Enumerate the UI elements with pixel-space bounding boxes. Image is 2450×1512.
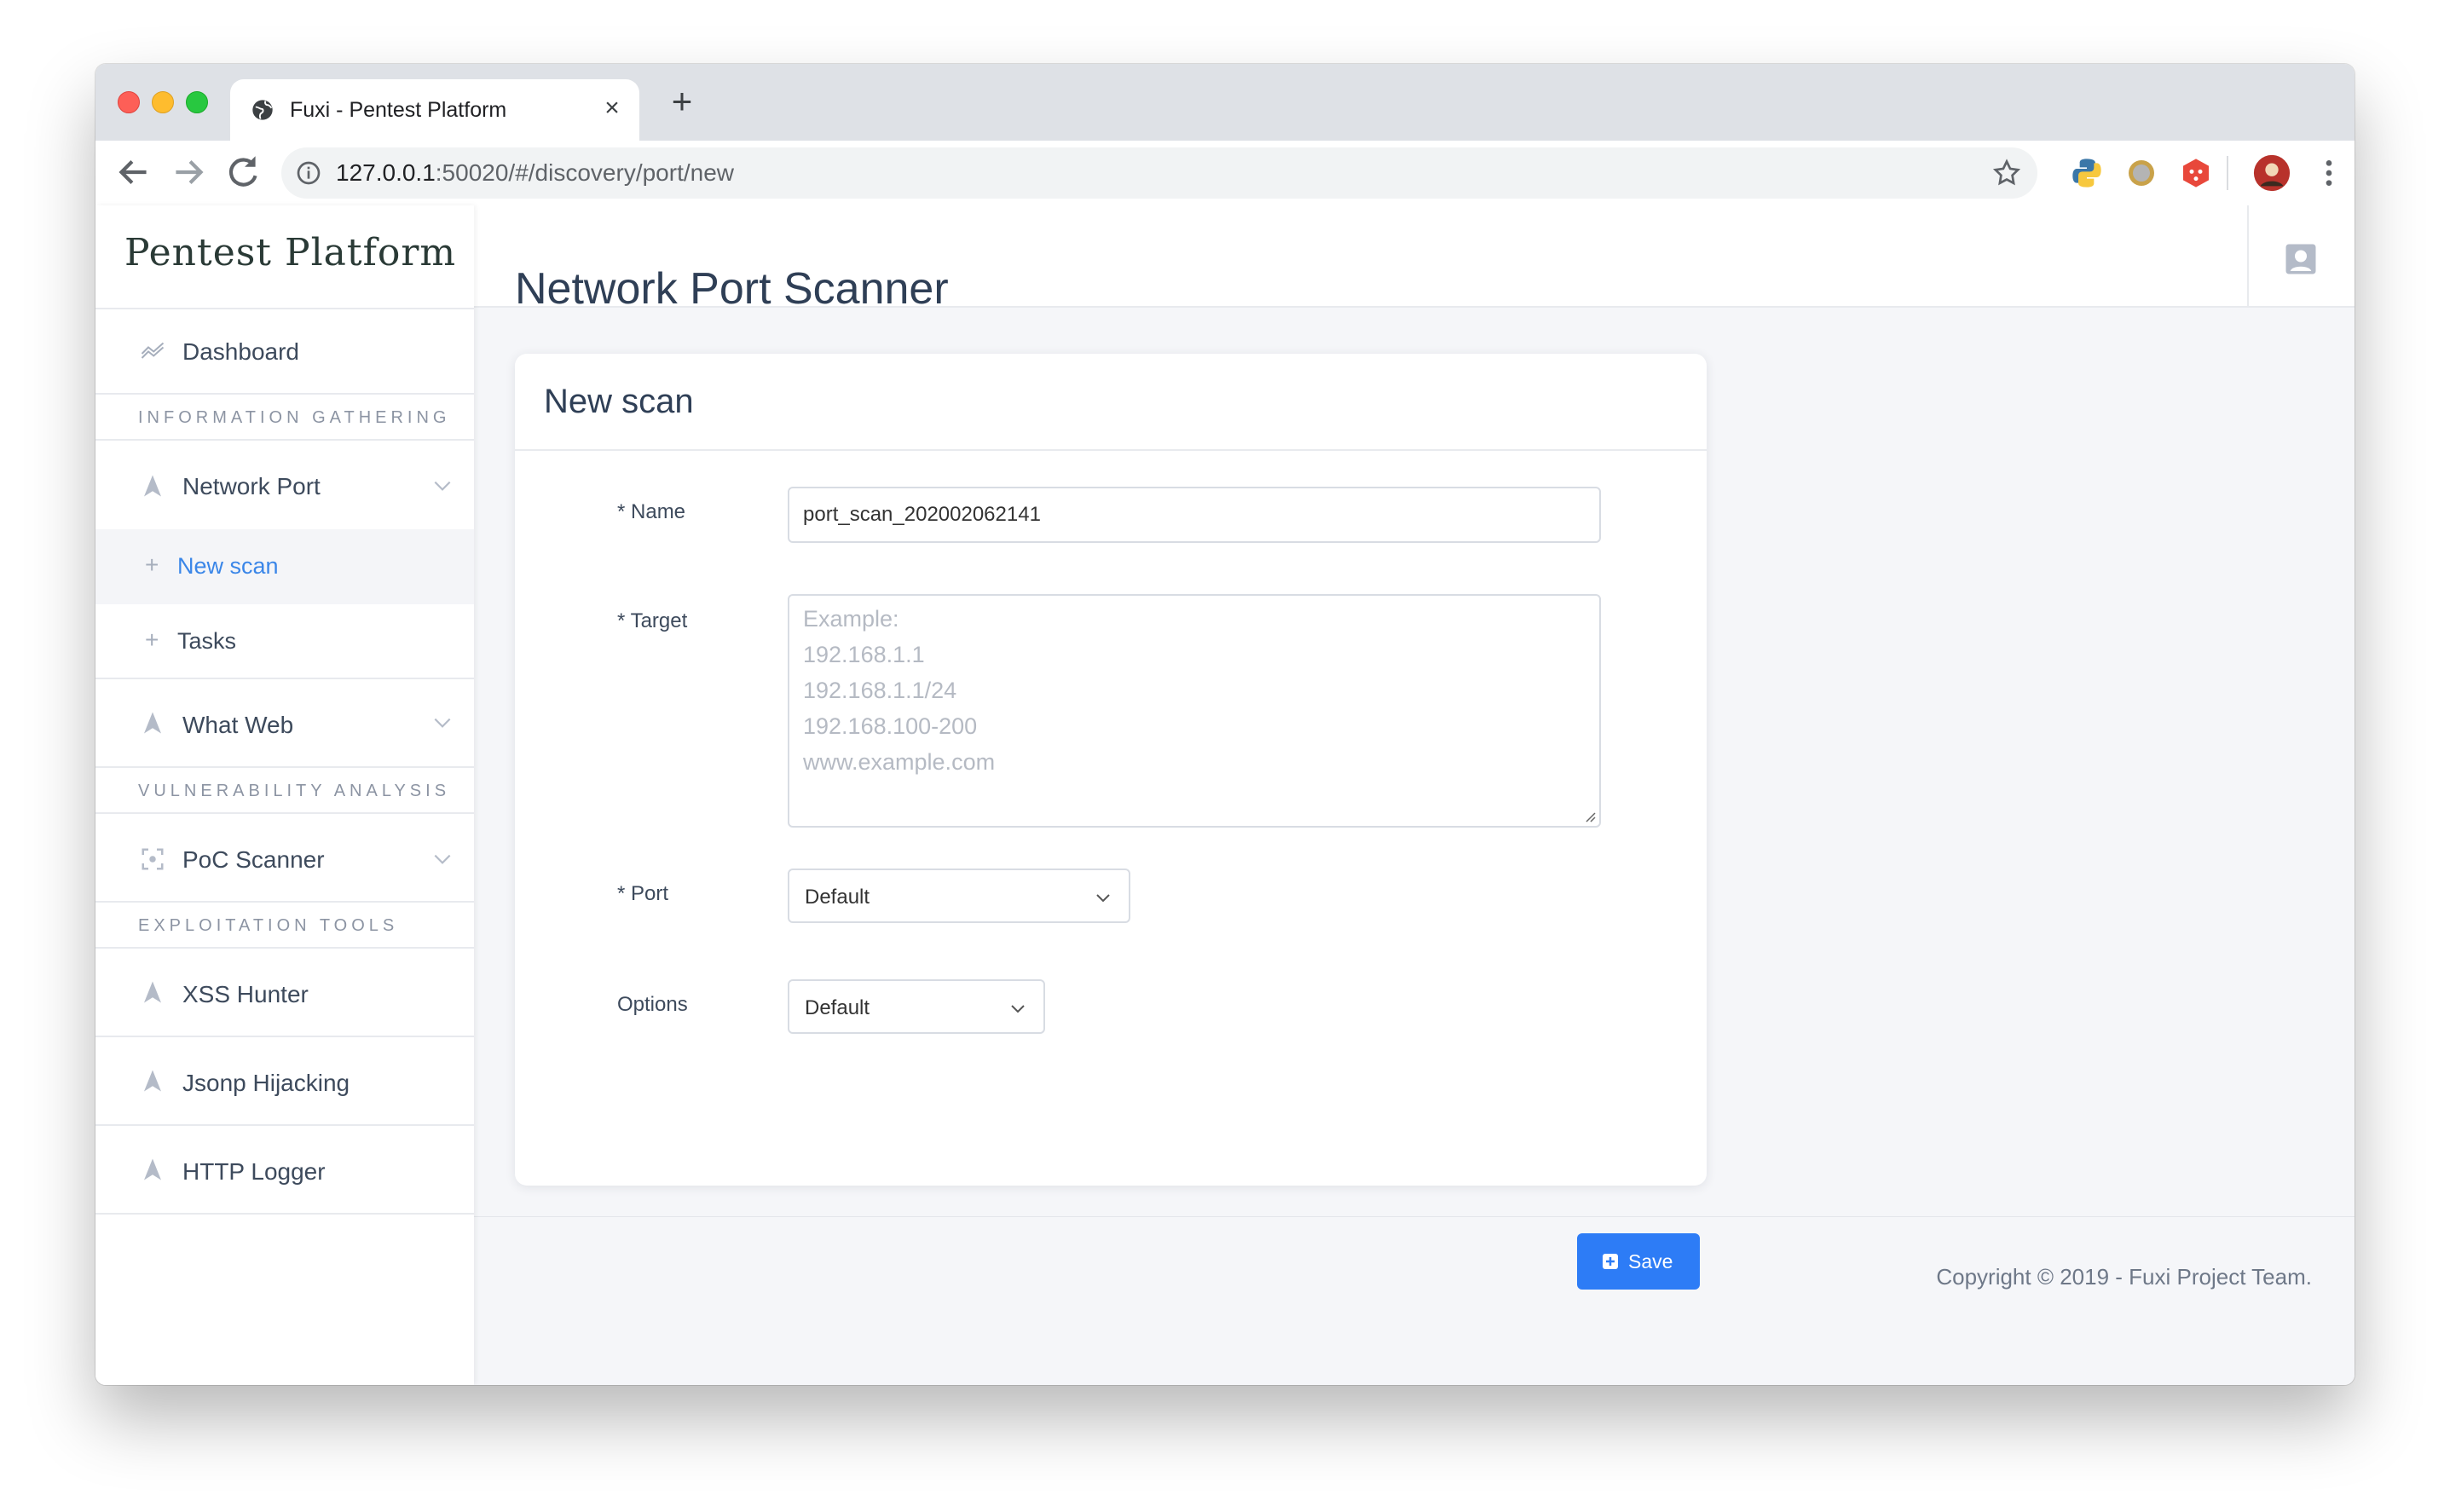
reload-icon[interactable] [222, 151, 264, 193]
back-icon[interactable] [113, 151, 155, 193]
address-bar[interactable]: 127.0.0.1:50020/#/discovery/port/new [281, 147, 2037, 199]
plus-square-icon [1603, 1254, 1618, 1269]
arrow-up-icon [144, 712, 161, 734]
user-icon [2285, 244, 2316, 274]
port-label: * Port [617, 882, 669, 905]
new-tab-button[interactable]: + [663, 84, 701, 122]
chart-icon [141, 342, 165, 359]
resize-handle-icon[interactable] [1582, 809, 1596, 822]
sidebar-item-label: What Web [182, 712, 294, 738]
arrow-up-icon [144, 475, 161, 497]
info-icon[interactable] [295, 159, 322, 187]
section-label: EXPLOITATION TOOLS [138, 916, 399, 935]
plus-icon: + [145, 551, 159, 578]
section-information-gathering: INFORMATION GATHERING [95, 395, 474, 441]
brand-logo[interactable]: Pentest Platform [95, 205, 474, 309]
target-placeholder-line: Example: [803, 606, 899, 632]
arrow-up-icon [144, 981, 161, 1003]
section-label: VULNERABILITY ANALYSIS [138, 782, 451, 800]
browser-tab[interactable]: Fuxi - Pentest Platform × [230, 79, 639, 141]
arrow-up-icon [144, 1070, 161, 1092]
toolbar-divider [2227, 156, 2228, 190]
target-placeholder-line: 192.168.100-200 [803, 713, 978, 739]
browser-toolbar: 127.0.0.1:50020/#/discovery/port/new [95, 141, 2355, 207]
target-placeholder-line: 192.168.1.1 [803, 642, 925, 667]
globe-icon [252, 100, 273, 120]
sidebar-subitem-label: Tasks [177, 628, 237, 654]
sidebar-item-http-logger[interactable]: HTTP Logger [95, 1126, 474, 1215]
sidebar-item-xss-hunter[interactable]: XSS Hunter [95, 949, 474, 1037]
sidebar-item-what-web[interactable]: What Web [95, 679, 474, 768]
sidebar-item-network-port[interactable]: Network Port [95, 441, 474, 529]
tab-strip: Fuxi - Pentest Platform × + [95, 64, 2355, 141]
sidebar-subitem-tasks[interactable]: + Tasks [95, 604, 474, 679]
minimize-window-button[interactable] [152, 91, 174, 113]
sidebar-item-label: HTTP Logger [182, 1158, 326, 1185]
tab-title: Fuxi - Pentest Platform [290, 98, 507, 122]
plus-icon: + [145, 626, 159, 653]
sidebar-item-label: PoC Scanner [182, 846, 325, 873]
sidebar: Pentest Platform Dashboard INFORMATION G… [95, 205, 474, 1385]
section-label: INFORMATION GATHERING [138, 408, 451, 427]
browser-window: Fuxi - Pentest Platform × + 127.0.0.1:50… [95, 64, 2355, 1385]
coin-extension-icon[interactable] [2124, 156, 2158, 190]
sidebar-subitem-new-scan[interactable]: + New scan [95, 529, 474, 604]
card-header: New scan [515, 354, 1707, 451]
sidebar-subitem-label: New scan [177, 553, 279, 579]
sidebar-item-label: XSS Hunter [182, 981, 309, 1007]
section-vulnerability-analysis: VULNERABILITY ANALYSIS [95, 768, 474, 814]
sidebar-item-jsonp-hijacking[interactable]: Jsonp Hijacking [95, 1037, 474, 1126]
port-selected-value: Default [805, 886, 870, 909]
close-tab-icon[interactable]: × [597, 93, 627, 124]
target-placeholder-line: 192.168.1.1/24 [803, 678, 957, 703]
close-window-button[interactable] [118, 91, 140, 113]
chevron-down-icon [1096, 894, 1110, 903]
dice-extension-icon[interactable] [2179, 156, 2213, 190]
sidebar-item-poc-scanner[interactable]: PoC Scanner [95, 814, 474, 903]
target-textarea[interactable]: Example: 192.168.1.1 192.168.1.1/24 192.… [788, 594, 1601, 828]
save-button[interactable]: Save [1577, 1233, 1700, 1290]
chevron-down-icon [434, 854, 451, 864]
options-select[interactable]: Default [788, 979, 1045, 1034]
scan-icon [142, 848, 164, 870]
section-exploitation-tools: EXPLOITATION TOOLS [95, 903, 474, 949]
chevron-down-icon [434, 718, 451, 728]
new-scan-card: New scan * Name * Target Example: 192.16… [515, 354, 1707, 1186]
sidebar-item-label: Jsonp Hijacking [182, 1070, 350, 1096]
bookmark-star-icon[interactable] [1991, 158, 2022, 188]
name-input[interactable] [788, 487, 1601, 543]
port-select[interactable]: Default [788, 869, 1130, 923]
python-extension-icon[interactable] [2070, 156, 2104, 190]
sidebar-item-label: Network Port [182, 473, 321, 499]
forward-icon[interactable] [167, 151, 210, 193]
options-selected-value: Default [805, 996, 870, 1019]
name-label: * Name [617, 500, 686, 523]
card-title: New scan [544, 383, 694, 420]
footer-divider [474, 1216, 2355, 1217]
more-menu-icon[interactable] [2312, 156, 2346, 190]
maximize-window-button[interactable] [186, 91, 208, 113]
url-text: 127.0.0.1:50020/#/discovery/port/new [336, 159, 734, 186]
target-placeholder-line: www.example.com [803, 749, 996, 775]
footer-copyright: Copyright © 2019 - Fuxi Project Team. [1936, 1264, 2312, 1290]
save-button-label: Save [1628, 1250, 1673, 1273]
chevron-down-icon [434, 481, 451, 491]
sidebar-item-label: Dashboard [182, 338, 299, 365]
profile-avatar[interactable] [2252, 153, 2291, 193]
page-title: Network Port Scanner [515, 264, 949, 314]
user-menu-button[interactable] [2247, 205, 2355, 306]
target-label: * Target [617, 609, 688, 632]
chevron-down-icon [1011, 1005, 1025, 1013]
brand-text: Pentest Platform [124, 231, 457, 274]
sidebar-item-dashboard[interactable]: Dashboard [95, 308, 474, 395]
options-label: Options [617, 993, 688, 1016]
arrow-up-icon [144, 1158, 161, 1180]
